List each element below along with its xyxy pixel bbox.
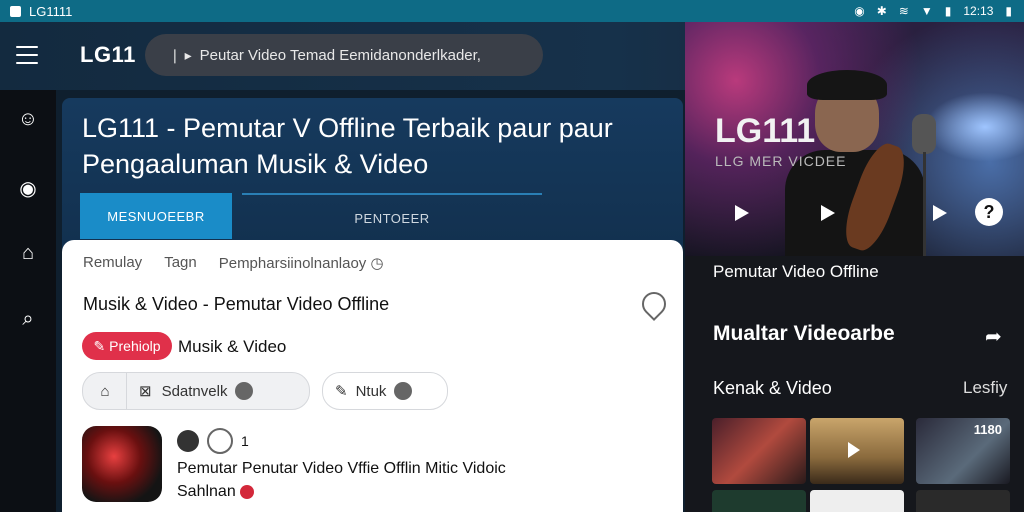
counter: 1 — [241, 433, 249, 449]
chip-badge-icon — [394, 382, 413, 400]
signal-icon: ▼ — [920, 4, 933, 18]
search-prefix-icon: ❘ ▸ — [169, 46, 192, 63]
share-icon[interactable] — [207, 428, 233, 454]
chip-a-label: Sdatnvelk — [161, 382, 228, 400]
side-label-3b[interactable]: Lesfiy — [963, 378, 1007, 398]
battery-icon: ▮ — [944, 4, 952, 18]
category-pill[interactable]: ✎ Prehiolp — [82, 332, 172, 360]
profile-icon[interactable]: ☺ — [16, 108, 40, 132]
hero-banner[interactable]: LG111 LLG MER VICDEE ? — [685, 22, 1024, 256]
alarm-icon: ◉ — [854, 4, 865, 18]
menu-icon[interactable] — [16, 46, 38, 64]
chip-b-label: Ntuk — [355, 382, 387, 400]
performer-hat — [807, 70, 887, 100]
play-icon[interactable] — [821, 205, 835, 221]
home-icon[interactable]: ⌂ — [16, 242, 40, 266]
video-thumb-4[interactable] — [712, 490, 806, 512]
thumb-badge: 1180 — [973, 422, 1002, 437]
home-chip[interactable]: ⌂ — [82, 372, 128, 410]
side-label-3[interactable]: Kenak & Video — [713, 378, 832, 399]
video-thumb-3[interactable]: 1180 — [916, 418, 1010, 484]
pencil-icon: ✎ — [335, 383, 348, 400]
side-label-1[interactable]: Pemutar Video Offline — [713, 262, 879, 282]
search-input-text: Peutar Video Temad Eemidanonderlkader, — [199, 46, 481, 64]
hero-title: LG111 — [715, 112, 816, 150]
side-rail: ☺ ◉ ⌂ ⌕ — [0, 90, 56, 512]
pill-icon: ✎ — [93, 337, 106, 354]
media-thumbnail[interactable] — [82, 426, 162, 502]
play-icon[interactable] — [933, 205, 947, 221]
badge-icon — [239, 484, 254, 499]
filter-chip-b[interactable]: ✎ Ntuk — [322, 372, 448, 410]
like-icon[interactable] — [177, 430, 199, 452]
battery-full-icon: ▮ — [1005, 4, 1012, 18]
mic-stand — [923, 152, 926, 256]
video-thumb-1[interactable] — [712, 418, 806, 484]
bluetooth-icon: ✱ — [876, 4, 887, 18]
stage-light — [925, 92, 1024, 162]
media-subtitle: Sahlnan — [177, 483, 254, 501]
help-icon[interactable]: ? — [975, 198, 1003, 226]
media-actions: 1 — [177, 428, 249, 454]
subtab-0[interactable]: Remulay — [83, 254, 142, 272]
play-icon — [848, 442, 860, 458]
content-card: Remulay Tagn Pempharsiinolnanlaoy ◷ Musi… — [62, 240, 683, 512]
status-time: 12:13 — [963, 4, 994, 18]
wifi-icon: ≋ — [898, 4, 909, 18]
status-bar: LG1111 ◉ ✱ ≋ ▼ ▮ 12:13 ▮ — [0, 0, 1024, 22]
play-icon[interactable] — [735, 205, 749, 221]
main-header-panel: LG111 - Pemutar V Offline Terbaik paur p… — [62, 98, 683, 258]
tab-active[interactable]: MESNUOEEBR — [80, 193, 232, 239]
pill-label: Prehiolp — [109, 338, 161, 354]
app-title: LG11 — [80, 42, 136, 67]
chip-badge-icon — [235, 382, 254, 400]
microphone-image — [912, 114, 936, 154]
category-label: Musik & Video — [178, 337, 287, 356]
subtab-1[interactable]: Tagn — [164, 254, 197, 272]
subtab-bar: Remulay Tagn Pempharsiinolnanlaoy ◷ — [83, 254, 384, 272]
card-heading: Musik & Video - Pemutar Video Offline — [83, 294, 390, 314]
media-title[interactable]: Pemutar Penutar Video Vffie Offlin Mitic… — [177, 460, 506, 478]
status-app-label: LG1111 — [29, 3, 73, 19]
side-label-2[interactable]: Mualtar Videoarbe — [713, 322, 895, 346]
share-arrow-icon[interactable]: ➦ — [985, 324, 1002, 349]
side-panel: Pemutar Video Offline Mualtar Videoarbe … — [685, 256, 1024, 512]
grid-icon: ⊠ — [139, 383, 152, 400]
music-disc-icon[interactable]: ◉ — [16, 176, 40, 200]
hero-subtitle: LLG MER VICDEE — [715, 153, 847, 169]
video-thumb-2[interactable] — [810, 418, 904, 484]
search-input[interactable]: ❘ ▸ Peutar Video Temad Eemidanonderlkade… — [145, 34, 543, 76]
app-notification-icon — [10, 5, 21, 17]
subtab-2[interactable]: Pempharsiinolnanlaoy ◷ — [219, 254, 384, 272]
home-icon: ⌂ — [100, 382, 110, 400]
search-rail-icon[interactable]: ⌕ — [16, 308, 40, 332]
video-thumb-5[interactable] — [810, 490, 904, 512]
tab-inactive[interactable]: PENTOEER — [242, 193, 542, 241]
filter-chip-a[interactable]: ⊠ Sdatnvelk — [126, 372, 310, 410]
video-thumb-6[interactable] — [916, 490, 1010, 512]
location-pin-icon[interactable] — [637, 287, 671, 321]
page-title: LG111 - Pemutar V Offline Terbaik paur p… — [82, 113, 613, 179]
